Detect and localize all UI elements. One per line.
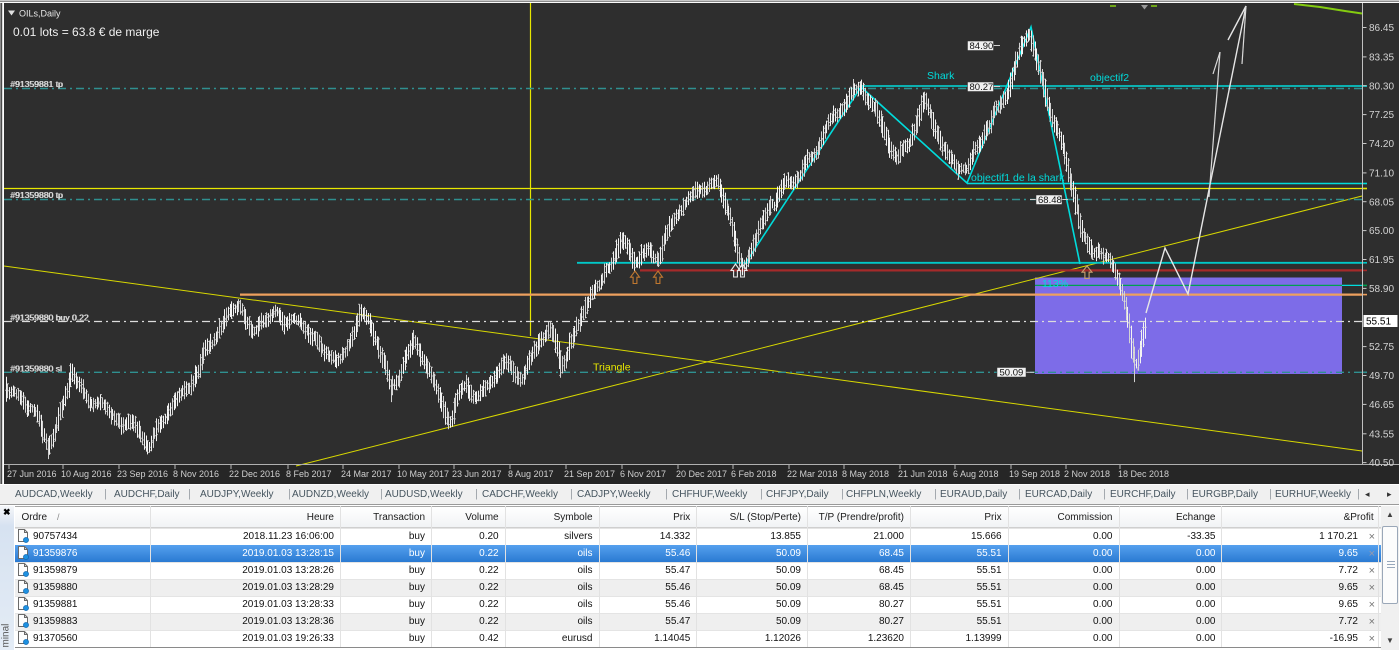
svg-text:86.45: 86.45 <box>1369 23 1394 34</box>
svg-text:objectif1 de la shark: objectif1 de la shark <box>971 172 1065 184</box>
svg-text:#91359881 tp: #91359881 tp <box>10 79 63 89</box>
svg-text:10 May 2017: 10 May 2017 <box>397 469 449 479</box>
svg-text:20 Dec 2017: 20 Dec 2017 <box>676 469 727 479</box>
svg-text:objectif2: objectif2 <box>1090 72 1129 84</box>
svg-text:23 Sep 2016: 23 Sep 2016 <box>117 469 168 479</box>
svg-text:#91359880 tp: #91359880 tp <box>10 190 63 200</box>
svg-text:2 Nov 2018: 2 Nov 2018 <box>1064 469 1110 479</box>
svg-text:50.09: 50.09 <box>1000 368 1024 379</box>
svg-text:27 Jun 2016: 27 Jun 2016 <box>7 469 57 479</box>
svg-text:40.50: 40.50 <box>1369 458 1394 469</box>
svg-text:23 Jun 2017: 23 Jun 2017 <box>452 469 502 479</box>
svg-text:65.00: 65.00 <box>1369 226 1394 237</box>
svg-text:21 Jun 2018: 21 Jun 2018 <box>898 469 948 479</box>
svg-text:6 Feb 2018: 6 Feb 2018 <box>731 469 777 479</box>
svg-text:6 Aug 2018: 6 Aug 2018 <box>953 469 999 479</box>
svg-text:8 Feb 2017: 8 Feb 2017 <box>286 469 332 479</box>
svg-text:49.70: 49.70 <box>1369 371 1394 382</box>
svg-text:46.65: 46.65 <box>1369 400 1394 411</box>
svg-text:83.35: 83.35 <box>1369 53 1394 64</box>
svg-text:22 Mar 2018: 22 Mar 2018 <box>787 469 838 479</box>
svg-text:52.75: 52.75 <box>1369 342 1394 353</box>
svg-text:8 May 2018: 8 May 2018 <box>842 469 889 479</box>
svg-text:80.30: 80.30 <box>1369 81 1394 92</box>
svg-text:19 Sep 2018: 19 Sep 2018 <box>1009 469 1060 479</box>
svg-text:Triangle: Triangle <box>593 362 631 374</box>
svg-text:24 Mar 2017: 24 Mar 2017 <box>341 469 392 479</box>
svg-text:68.48: 68.48 <box>1038 195 1062 206</box>
svg-text:61.95: 61.95 <box>1369 255 1394 266</box>
svg-text:0.01 lots = 63.8 € de marge: 0.01 lots = 63.8 € de marge <box>13 25 160 39</box>
svg-text:22 Dec 2016: 22 Dec 2016 <box>229 469 280 479</box>
svg-text:18 Dec 2018: 18 Dec 2018 <box>1118 469 1169 479</box>
svg-text:OILs,Daily: OILs,Daily <box>19 9 61 19</box>
svg-text:80.27: 80.27 <box>970 82 994 93</box>
svg-text:#91359880 sl: #91359880 sl <box>10 363 62 373</box>
svg-text:58.90: 58.90 <box>1369 284 1394 295</box>
svg-text:21 Sep 2017: 21 Sep 2017 <box>564 469 615 479</box>
svg-text:Shark: Shark <box>927 70 955 82</box>
svg-text:71.10: 71.10 <box>1369 169 1394 180</box>
svg-text:55.51: 55.51 <box>1366 317 1391 328</box>
svg-text:8 Nov 2016: 8 Nov 2016 <box>173 469 219 479</box>
svg-text:113%: 113% <box>1042 278 1068 290</box>
svg-text:84.90: 84.90 <box>970 41 994 52</box>
svg-text:10 Aug 2016: 10 Aug 2016 <box>61 469 112 479</box>
svg-text:74.20: 74.20 <box>1369 139 1394 150</box>
svg-text:77.25: 77.25 <box>1369 110 1394 121</box>
svg-text:43.55: 43.55 <box>1369 429 1394 440</box>
svg-text:6 Nov 2017: 6 Nov 2017 <box>620 469 666 479</box>
svg-text:#91359880 buy 0.22: #91359880 buy 0.22 <box>10 312 89 322</box>
svg-text:8 Aug 2017: 8 Aug 2017 <box>508 469 554 479</box>
svg-text:68.05: 68.05 <box>1369 197 1394 208</box>
